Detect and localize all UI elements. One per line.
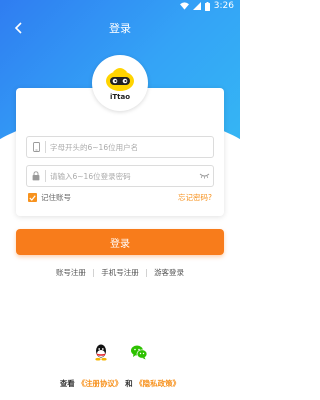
- alternative-login-links: 账号注册 | 手机号注册 | 游客登录: [0, 267, 240, 278]
- wechat-login-button[interactable]: [130, 343, 148, 361]
- qq-icon: [95, 344, 107, 361]
- wifi-icon: [179, 2, 189, 10]
- check-icon: [29, 194, 36, 201]
- guest-login-link[interactable]: 游客登录: [154, 268, 184, 277]
- username-input[interactable]: [50, 142, 213, 152]
- remember-checkbox[interactable]: [28, 193, 37, 202]
- link-separator: |: [145, 268, 148, 277]
- phone-icon: [32, 142, 40, 152]
- logo-text: iTtao: [109, 92, 131, 101]
- eye-closed-icon: [199, 173, 209, 179]
- status-time: 3:26: [213, 1, 234, 11]
- lock-icon: [32, 171, 40, 181]
- remember-account[interactable]: 记住账号: [28, 192, 71, 203]
- app-logo: iTtao: [92, 55, 148, 111]
- password-input[interactable]: [50, 171, 195, 181]
- agreement-prefix: 查看: [59, 379, 75, 388]
- username-field[interactable]: [26, 136, 214, 158]
- phone-register-link[interactable]: 手机号注册: [101, 268, 139, 277]
- privacy-link[interactable]: 《隐私政策》: [135, 379, 180, 388]
- mascot-icon: [106, 67, 134, 91]
- status-bar: 3:26: [0, 0, 240, 14]
- link-separator: |: [92, 268, 95, 277]
- wechat-icon: [131, 345, 148, 360]
- agreement-and: 和: [125, 379, 133, 388]
- field-divider: [45, 170, 46, 182]
- login-button[interactable]: 登录: [16, 229, 224, 255]
- signal-icon: [192, 2, 201, 10]
- agreement-text: 查看 《注册协议》 和 《隐私政策》: [0, 378, 240, 389]
- toggle-password-visibility[interactable]: [195, 173, 213, 179]
- field-divider: [45, 141, 46, 153]
- remember-label: 记住账号: [41, 193, 71, 202]
- terms-link[interactable]: 《注册协议》: [77, 379, 122, 388]
- account-register-link[interactable]: 账号注册: [56, 268, 86, 277]
- page-title: 登录: [109, 22, 131, 35]
- forgot-password-link[interactable]: 忘记密码?: [178, 192, 212, 203]
- password-field[interactable]: [26, 165, 214, 187]
- battery-icon: [204, 1, 210, 11]
- qq-login-button[interactable]: [92, 343, 110, 361]
- top-bar: 登录: [0, 16, 240, 40]
